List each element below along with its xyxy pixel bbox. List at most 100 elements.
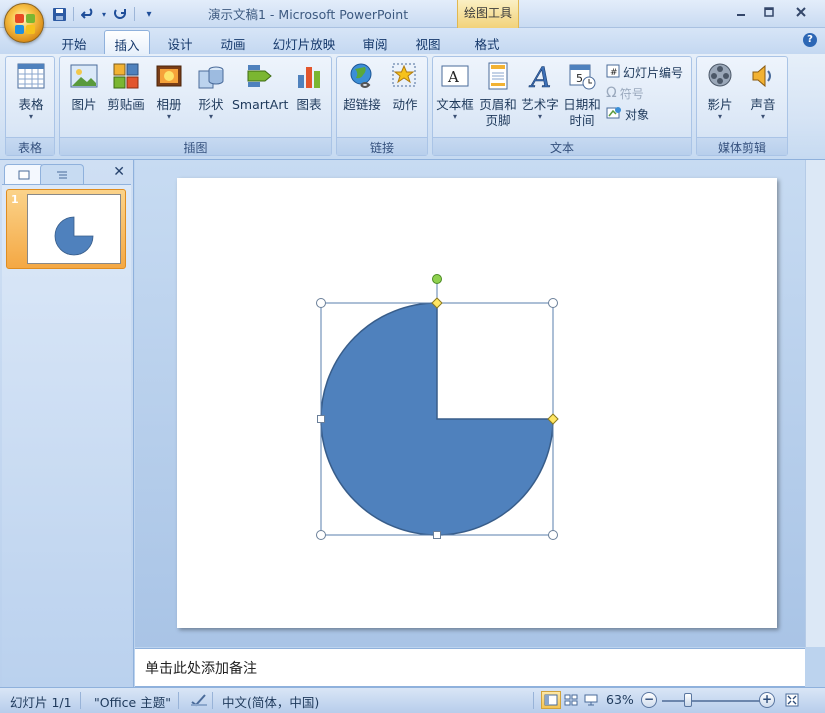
tab-review[interactable]: 审阅 [353, 30, 397, 54]
title-bar: ▾ ▾ 演示文稿1 - Microsoft PowerPoint 绘图工具 [0, 0, 825, 43]
slide-thumbnails: 1 [2, 184, 131, 687]
symbol-button[interactable]: Ω 符号 [606, 84, 644, 102]
status-separator [212, 692, 213, 709]
zoom-out-button[interactable]: − [641, 692, 657, 708]
outline-tab-icon [57, 171, 67, 178]
zoom-slider-thumb[interactable] [684, 693, 692, 707]
calendar-clock-icon: 5 [567, 61, 597, 91]
slide-sorter-icon [564, 694, 578, 706]
save-icon[interactable] [50, 5, 68, 23]
normal-view-button[interactable] [541, 691, 561, 709]
help-icon[interactable]: ? [803, 33, 817, 47]
zoom-in-button[interactable]: + [759, 692, 775, 708]
group-media: 影片 ▾ 声音 ▾ 媒体剪辑 [696, 56, 788, 156]
textbox-button-label: 文本框 [436, 97, 474, 112]
header-footer-button[interactable]: 页眉和 页脚 [478, 61, 518, 129]
symbol-label: 符号 [619, 86, 644, 101]
textbox-button[interactable]: A 文本框 ▾ [435, 61, 475, 121]
group-tables: 表格 ▾ 表格 [5, 56, 55, 156]
action-button[interactable]: 动作 [385, 61, 425, 113]
resize-handle-bottom-left[interactable] [316, 530, 326, 540]
resize-handle-top-left[interactable] [316, 298, 326, 308]
tab-format[interactable]: 格式 [464, 30, 510, 54]
undo-icon[interactable] [79, 5, 97, 23]
wordart-button-label: 艺术字 [521, 97, 559, 112]
tab-insert[interactable]: 插入 [104, 30, 150, 54]
group-label-tables: 表格 [6, 137, 54, 155]
slide-counter: 幻灯片 1/1 [10, 695, 72, 710]
close-icon[interactable]: ✕ [113, 164, 125, 180]
slide-number-button[interactable]: # 幻灯片编号 [606, 63, 683, 81]
office-button[interactable] [4, 3, 44, 43]
dropdown-arrow-icon: ▾ [452, 112, 457, 121]
language-indicator[interactable]: 中文(简体，中国) [222, 692, 319, 711]
clipart-icon [111, 61, 141, 91]
resize-handle-top-right[interactable] [548, 298, 558, 308]
shapes-button-label: 形状 [198, 97, 224, 112]
photo-album-button[interactable]: 相册 ▾ [149, 61, 189, 121]
tab-view[interactable]: 视图 [406, 30, 450, 54]
clipart-button[interactable]: 剪贴画 [106, 61, 146, 113]
notes-pane[interactable]: 单击此处添加备注 [135, 648, 805, 687]
zoom-level[interactable]: 63% [606, 692, 634, 707]
dropdown-arrow-icon: ▾ [28, 112, 33, 121]
tab-design[interactable]: 设计 [158, 30, 202, 54]
tab-outline[interactable] [40, 164, 84, 184]
hyperlink-button[interactable]: 超链接 [340, 61, 384, 113]
minimize-button[interactable] [727, 3, 755, 21]
chart-button-label: 图表 [296, 97, 322, 112]
slide-thumbnail[interactable]: 1 [6, 189, 126, 269]
date-time-label-line1: 日期和 [563, 97, 601, 112]
pie-shape[interactable] [320, 302, 554, 536]
omega-icon: Ω [606, 85, 617, 101]
quick-access-toolbar: ▾ ▾ [50, 4, 158, 24]
tab-slides[interactable] [4, 164, 44, 184]
close-button[interactable] [787, 3, 815, 21]
group-label-text: 文本 [433, 137, 691, 155]
slideshow-view-button[interactable] [581, 691, 601, 709]
picture-button[interactable]: 图片 [64, 61, 104, 113]
slide-number-icon: # [606, 64, 620, 81]
action-star-icon [390, 61, 420, 91]
smartart-button[interactable]: SmartArt [232, 61, 288, 113]
chevron-down-icon[interactable]: ▾ [100, 5, 108, 23]
date-time-button[interactable]: 5 日期和 时间 [562, 61, 602, 129]
tab-slideshow[interactable]: 幻灯片放映 [264, 30, 344, 54]
clipart-button-label: 剪贴画 [107, 97, 145, 112]
fit-to-window-button[interactable] [782, 691, 802, 709]
redo-icon[interactable] [111, 5, 129, 23]
resize-handle-left[interactable] [317, 415, 325, 423]
table-button-label: 表格 [18, 97, 44, 112]
speaker-icon [748, 61, 778, 91]
movie-button-label: 影片 [707, 97, 733, 112]
bar-chart-icon [294, 61, 324, 91]
photo-album-button-label: 相册 [156, 97, 182, 112]
slide-sorter-view-button[interactable] [561, 691, 581, 709]
theme-name[interactable]: "Office 主题" [94, 692, 171, 711]
movie-button[interactable]: 影片 ▾ [700, 61, 740, 121]
rotate-handle[interactable] [432, 274, 442, 284]
slide-canvas[interactable] [177, 178, 777, 628]
vertical-scrollbar[interactable] [805, 160, 825, 647]
wordart-button[interactable]: A 艺术字 ▾ [520, 61, 560, 121]
customize-qat-icon[interactable]: ▾ [140, 5, 158, 23]
fit-window-icon [785, 693, 799, 707]
sound-button[interactable]: 声音 ▾ [743, 61, 783, 121]
zoom-slider-track[interactable] [662, 700, 762, 702]
group-text: A 文本框 ▾ 页眉和 页脚 A 艺术字 ▾ 5 日期和 时间 # 幻灯片编号 … [432, 56, 692, 156]
tab-animations[interactable]: 动画 [211, 30, 255, 54]
group-label-links: 链接 [337, 137, 427, 155]
chart-button[interactable]: 图表 [289, 61, 329, 113]
spell-check-icon[interactable] [190, 693, 208, 710]
resize-handle-bottom[interactable] [433, 531, 441, 539]
object-button[interactable]: 对象 [606, 105, 649, 123]
header-footer-icon [483, 61, 513, 91]
slides-pane: ✕ 1 [0, 160, 134, 687]
resize-handle-bottom-right[interactable] [548, 530, 558, 540]
ribbon: 表格 ▾ 表格 图片 剪贴画 相册 ▾ 形状 ▾ SmartArt 图表 插图 … [0, 54, 825, 160]
maximize-button[interactable] [755, 3, 783, 21]
table-button[interactable]: 表格 ▾ [11, 61, 51, 121]
tab-home[interactable]: 开始 [52, 30, 96, 54]
shapes-button[interactable]: 形状 ▾ [191, 61, 231, 121]
ribbon-tabs: 开始 插入 设计 动画 幻灯片放映 审阅 视图 格式 ? [0, 28, 825, 54]
